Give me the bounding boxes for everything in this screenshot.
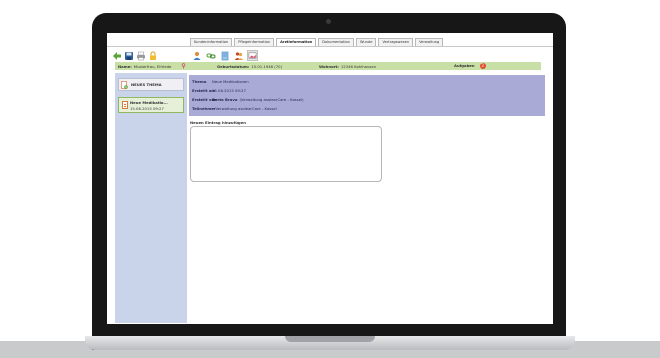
thema-row: Thema Neue Medikationen bbox=[192, 77, 249, 85]
birth-label: Geburtsdatum: bbox=[217, 63, 250, 69]
user-icon[interactable] bbox=[191, 50, 202, 61]
new-topic-icon bbox=[121, 80, 128, 89]
laptop-base bbox=[85, 336, 575, 350]
author-org: (Verwaltung asolearCare - Kassel) bbox=[239, 96, 304, 102]
patient-name: Musterfrau, Elfriede bbox=[133, 63, 172, 69]
tasks-label[interactable]: Aufgaben bbox=[454, 63, 475, 68]
participants-label: Teilnehmer bbox=[192, 105, 216, 111]
residence-label: Wohnort: bbox=[319, 63, 339, 69]
webcam bbox=[326, 19, 331, 24]
participants-value: • Verwaltung asolearCare - Kassel bbox=[212, 105, 277, 111]
author-label: Erstellt von bbox=[192, 96, 217, 102]
author-row: Erstellt von Berta Bravo (Verwaltung aso… bbox=[192, 95, 304, 103]
topic-details-panel: Thema Neue Medikationen Erstellt am 15.0… bbox=[189, 75, 545, 116]
thema-label: Thema bbox=[192, 78, 207, 84]
created-label: Erstellt am bbox=[192, 87, 216, 93]
new-entry-label: Neuen Eintrag hinzufügen bbox=[190, 120, 246, 125]
tasks-link[interactable]: Aufgaben 3 bbox=[454, 63, 486, 69]
new-entry-textarea[interactable] bbox=[190, 126, 382, 182]
topic-entry-date[interactable]: 15.06.2015 09:27 bbox=[130, 106, 164, 111]
participants-row: Teilnehmer • Verwaltung asolearCare - Ka… bbox=[192, 104, 277, 112]
residence-value: 12346 Kohlhausen bbox=[340, 63, 377, 69]
created-row: Erstellt am 15.06.2015 09:27 bbox=[192, 86, 246, 94]
new-topic-label[interactable]: NEUES THEMA bbox=[131, 82, 162, 87]
link-icon[interactable] bbox=[205, 50, 216, 61]
image-icon[interactable] bbox=[247, 50, 258, 61]
print-icon[interactable] bbox=[135, 50, 146, 61]
back-arrow-icon[interactable] bbox=[111, 50, 122, 61]
document-icon[interactable] bbox=[219, 50, 230, 61]
laptop-notch bbox=[285, 336, 375, 342]
thema-value: Neue Medikationen bbox=[212, 78, 249, 84]
lock-icon[interactable] bbox=[147, 50, 158, 61]
tab-bar: Kundeninformation Pflegeinformation Arzt… bbox=[190, 38, 444, 47]
author-name: Berta Bravo bbox=[212, 96, 238, 102]
content-area: Thema Neue Medikationen Erstellt am 15.0… bbox=[189, 73, 545, 323]
topic-entry[interactable]: Neue Medikatio... 15.06.2015 09:27 bbox=[118, 97, 184, 113]
patient-info-bar: Name: Musterfrau, Elfriede Geburtsdatum: 1… bbox=[115, 62, 541, 70]
tab-divider bbox=[107, 46, 553, 47]
save-icon[interactable] bbox=[123, 50, 134, 61]
name-label: Name: bbox=[118, 63, 132, 69]
birth-date: 15.01.1946 (70) bbox=[251, 63, 283, 69]
topic-entry-title[interactable]: Neue Medikatio... bbox=[130, 100, 168, 105]
screen: Kundeninformation Pflegeinformation Arzt… bbox=[107, 33, 553, 324]
created-value: 15.06.2015 09:27 bbox=[212, 87, 246, 93]
new-topic-button[interactable]: NEUES THEMA bbox=[118, 78, 184, 91]
people-icon[interactable] bbox=[233, 50, 244, 61]
topic-sidebar: NEUES THEMA Neue Medikatio... 15.06.2015… bbox=[115, 73, 187, 323]
patient-gender-icon bbox=[181, 63, 186, 70]
topic-document-icon bbox=[122, 101, 128, 109]
tasks-count-badge[interactable]: 3 bbox=[479, 63, 486, 69]
